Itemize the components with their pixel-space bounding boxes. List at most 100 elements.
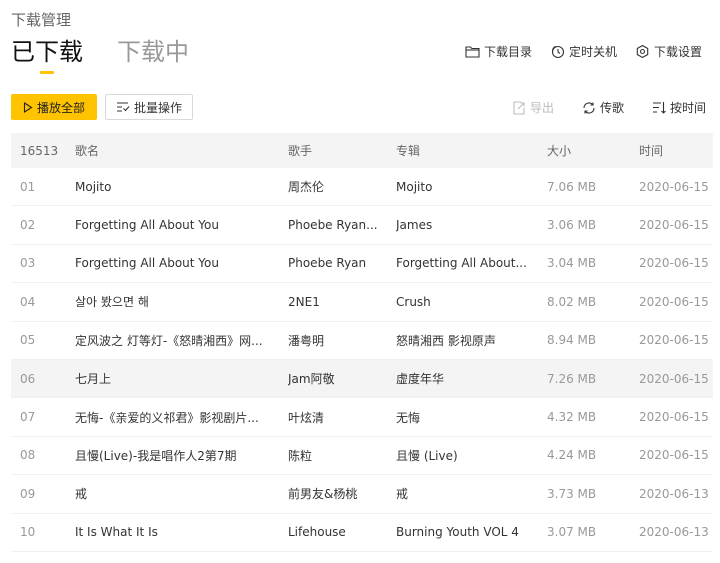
artist-name[interactable]: 叶炫清 [288,409,396,426]
artist-name[interactable]: 陈粒 [288,447,396,464]
file-size: 8.94 MB [547,333,597,348]
download-time: 2020-06-15 [639,256,709,271]
row-index: 04 [20,294,36,309]
artist-name[interactable]: 2NE1 [288,295,396,309]
play-icon [23,101,33,113]
download-time: 2020-06-15 [639,294,709,309]
tab-bar: 已下载 下载中 [11,36,223,74]
download-settings-button[interactable]: 下载设置 [635,43,702,60]
download-time: 2020-06-15 [639,448,709,463]
table-row[interactable]: 08 且慢(Live)-我是唱作人2第7期 陈粒 且慢 (Live) 4.24 MB 20… [11,437,713,476]
export-label: 导出 [529,101,554,115]
sort-icon [652,102,666,114]
row-index: 02 [20,218,36,233]
download-time: 2020-06-15 [639,333,709,348]
header-name[interactable]: 歌名 [75,142,288,159]
artist-name[interactable]: 潘粤明 [288,332,396,349]
toolbar: 播放全部 批量操作 [11,94,193,120]
artist-name[interactable]: Lifehouse [288,525,396,539]
row-index: 03 [20,256,36,271]
album-name[interactable]: 无悔 [396,409,547,426]
timer-icon [551,45,565,59]
table-row[interactable]: 04 살아 봤으면 해 2NE1 Crush 8.02 MB 2020-06-15 [11,283,713,322]
refresh-icon [583,102,595,113]
file-size: 3.07 MB [547,525,597,540]
song-name[interactable]: 且慢(Live)-我是唱作人2第7期 [75,447,288,464]
table-row[interactable]: 10 It Is What It Is Lifehouse Burning Youth… [11,514,713,552]
file-size: 7.06 MB [547,179,597,194]
song-name[interactable]: 定风波之 灯等灯-《怒晴湘西》网... [75,332,288,349]
song-table: 16513 歌名 歌手 专辑 大小 时间 01 Mojito 周杰伦 Mojito 7.… [11,133,713,552]
table-row[interactable]: 02 Forgetting All About You Phoebe Ryan...… [11,206,713,245]
export-icon [513,100,525,115]
batch-operation-button[interactable]: 批量操作 [105,94,193,120]
album-name[interactable]: Crush [396,295,547,309]
right-tools: 导出 传歌 按时间 [484,99,706,116]
download-folder-label: 下载目录 [483,45,532,59]
sort-by-time-button[interactable]: 按时间 [652,99,706,116]
table-row[interactable]: 05 定风波之 灯等灯-《怒晴湘西》网... 潘粤明 怒晴湘西 影视原声 8.94 MB… [11,322,713,360]
table-header: 16513 歌名 歌手 专辑 大小 时间 [11,133,713,168]
artist-name[interactable]: Jam阿敬 [288,370,396,387]
export-button[interactable]: 导出 [512,99,554,116]
download-folder-button[interactable]: 下载目录 [465,43,532,60]
row-index: 09 [20,486,36,501]
settings-icon [636,44,649,59]
transfer-songs-button[interactable]: 传歌 [582,99,624,116]
file-size: 8.02 MB [547,294,597,309]
tab-downloading[interactable]: 下载中 [117,36,189,68]
header-count: 16513 [20,143,59,158]
row-index: 01 [20,179,36,194]
play-all-button[interactable]: 播放全部 [11,94,97,120]
album-name[interactable]: 怒晴湘西 影视原声 [396,332,547,349]
download-time: 2020-06-15 [639,179,709,194]
timer-shutdown-button[interactable]: 定时关机 [550,43,617,60]
row-index: 08 [20,448,36,463]
album-name[interactable]: Mojito [396,180,547,194]
tab-downloaded[interactable]: 已下载 [11,36,83,74]
header-time[interactable]: 时间 [639,142,713,159]
timer-shutdown-label: 定时关机 [568,45,617,59]
song-name[interactable]: Mojito [75,180,288,194]
album-name[interactable]: 且慢 (Live) [396,447,547,464]
row-index: 10 [20,525,36,540]
song-name[interactable]: 无悔-《亲爱的义祁君》影视剧片... [75,409,288,426]
download-time: 2020-06-13 [639,525,709,540]
song-name[interactable]: 戒 [75,485,288,502]
file-size: 3.06 MB [547,218,597,233]
top-actions: 下载目录 定时关机 下载设置 [447,43,702,60]
song-name[interactable]: It Is What It Is [75,525,288,539]
album-name[interactable]: 虚度年华 [396,370,547,387]
song-name[interactable]: 살아 봤으면 해 [75,293,288,310]
table-row[interactable]: 03 Forgetting All About You Phoebe Ryan For… [11,245,713,284]
download-time: 2020-06-15 [639,371,709,386]
download-time: 2020-06-13 [639,486,709,501]
artist-name[interactable]: Phoebe Ryan [288,256,396,270]
song-name[interactable]: Forgetting All About You [75,218,288,232]
song-name[interactable]: 七月上 [75,370,288,387]
header-size[interactable]: 大小 [547,142,639,159]
album-name[interactable]: Burning Youth VOL 4 [396,525,547,539]
artist-name[interactable]: 周杰伦 [288,178,396,195]
artist-name[interactable]: Phoebe Ryan... [288,218,396,232]
file-size: 7.26 MB [547,371,597,386]
download-time: 2020-06-15 [639,218,709,233]
file-size: 4.32 MB [547,410,597,425]
album-name[interactable]: 戒 [396,485,547,502]
header-album[interactable]: 专辑 [396,142,547,159]
file-size: 3.04 MB [547,256,597,271]
album-name[interactable]: James [396,218,547,232]
page-title: 下载管理 [11,11,72,29]
artist-name[interactable]: 前男友&杨桃 [288,485,396,502]
table-row[interactable]: 06 七月上 Jam阿敬 虚度年华 7.26 MB 2020-06-15 [11,359,713,399]
header-artist[interactable]: 歌手 [288,142,396,159]
table-row[interactable]: 07 无悔-《亲爱的义祁君》影视剧片... 叶炫清 无悔 4.32 MB 2020-06-… [11,398,713,437]
row-index: 06 [20,371,36,386]
album-name[interactable]: Forgetting All About... [396,256,547,270]
download-settings-label: 下载设置 [653,45,702,59]
batch-list-icon [116,102,130,112]
table-row[interactable]: 01 Mojito 周杰伦 Mojito 7.06 MB 2020-06-15 [11,168,713,207]
table-row[interactable]: 09 戒前男友&杨桃戒 3.73 MB 2020-06-13 [11,475,713,514]
file-size: 3.73 MB [547,486,597,501]
song-name[interactable]: Forgetting All About You [75,256,288,270]
